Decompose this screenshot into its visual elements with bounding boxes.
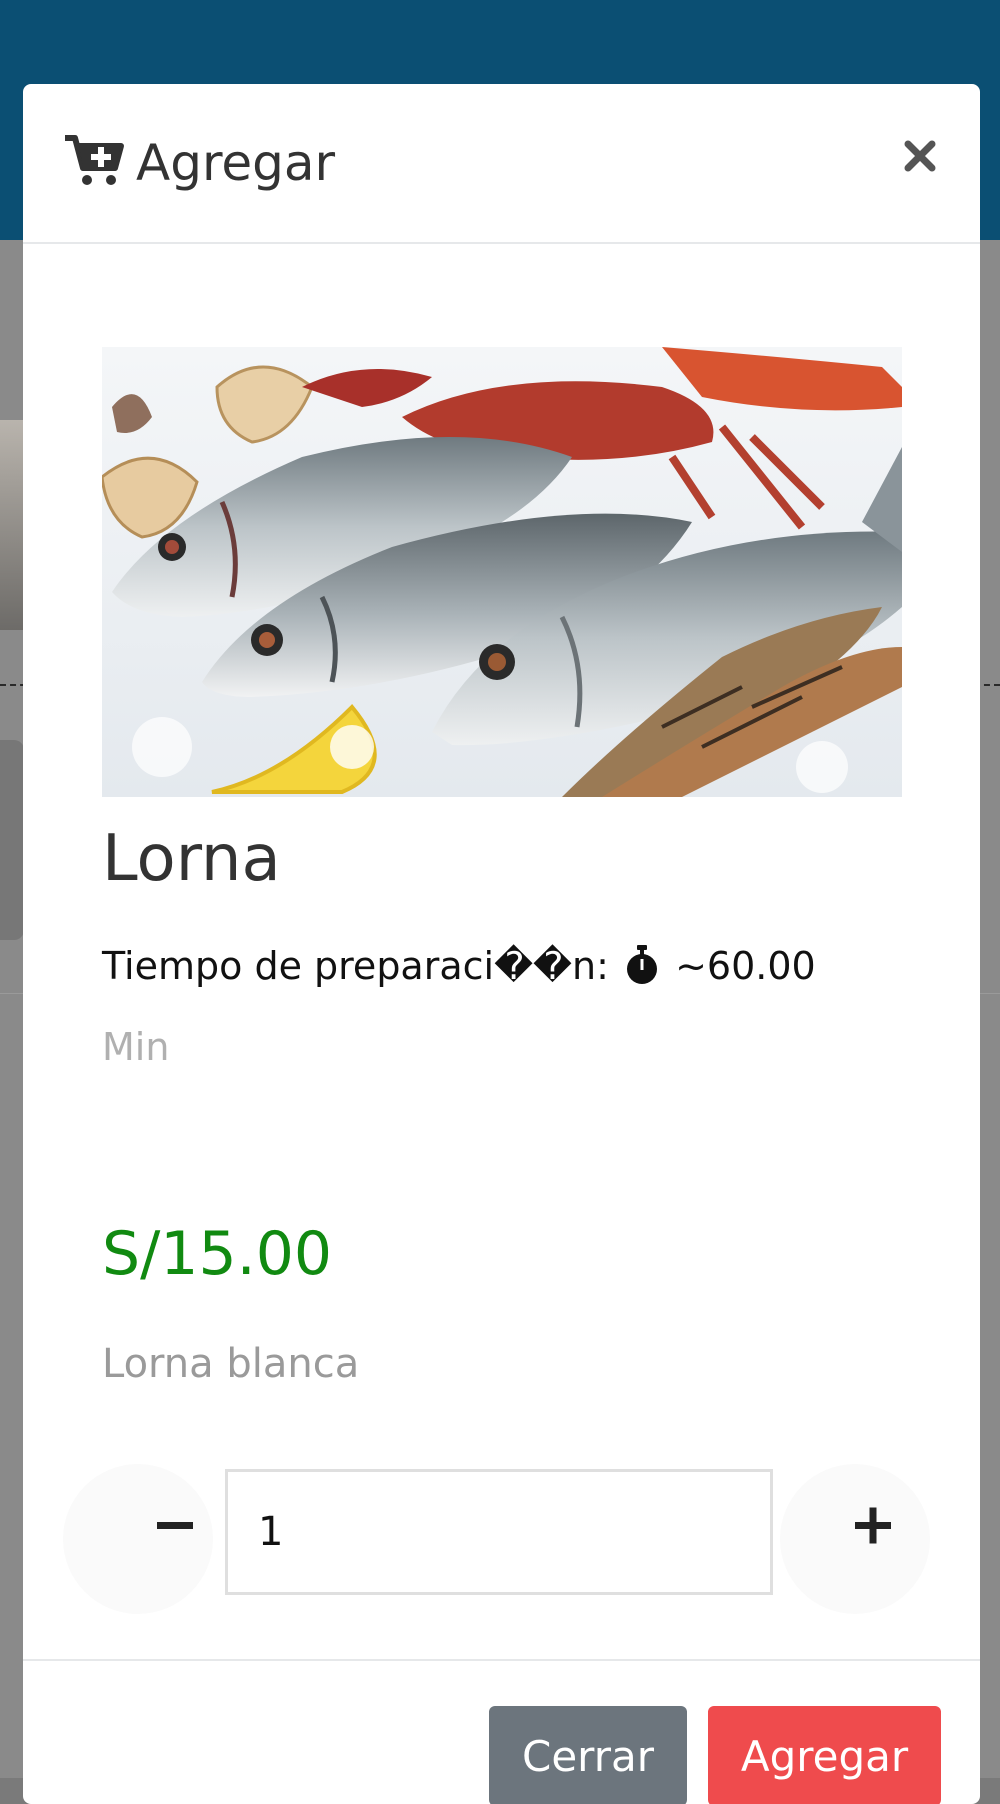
modal-header: Agregar <box>23 84 980 244</box>
modal-footer: Cerrar Agregar <box>23 1659 980 1804</box>
product-name: Lorna <box>102 822 281 896</box>
decrease-quantity-button[interactable] <box>63 1464 213 1614</box>
preparation-time-unit: Min <box>102 1025 170 1069</box>
increase-quantity-button[interactable] <box>780 1464 930 1614</box>
background-product-thumbnail <box>0 420 24 630</box>
preparation-time: Tiempo de preparaci��n: ~60.00 <box>102 936 816 996</box>
preparation-time-value: ~60.00 <box>675 944 816 988</box>
minus-icon <box>157 1522 193 1529</box>
preparation-time-label: Tiempo de preparaci��n: <box>102 944 609 988</box>
modal-title: Agregar <box>136 134 336 192</box>
add-button[interactable]: Agregar <box>708 1706 941 1804</box>
add-to-cart-modal: Agregar Lorna Tiempo de preparaci��n: ~6… <box>23 84 980 1804</box>
product-price: S/15.00 <box>102 1219 333 1289</box>
close-icon[interactable] <box>900 136 940 176</box>
quantity-stepper <box>23 1454 980 1654</box>
product-description: Lorna blanca <box>102 1341 360 1387</box>
cart-plus-icon <box>65 135 124 185</box>
quantity-input[interactable] <box>225 1469 773 1595</box>
background-product-thumbnail <box>0 740 24 940</box>
stopwatch-icon <box>627 945 657 984</box>
product-image <box>102 347 902 797</box>
plus-icon <box>855 1507 891 1544</box>
close-button[interactable]: Cerrar <box>489 1706 687 1804</box>
